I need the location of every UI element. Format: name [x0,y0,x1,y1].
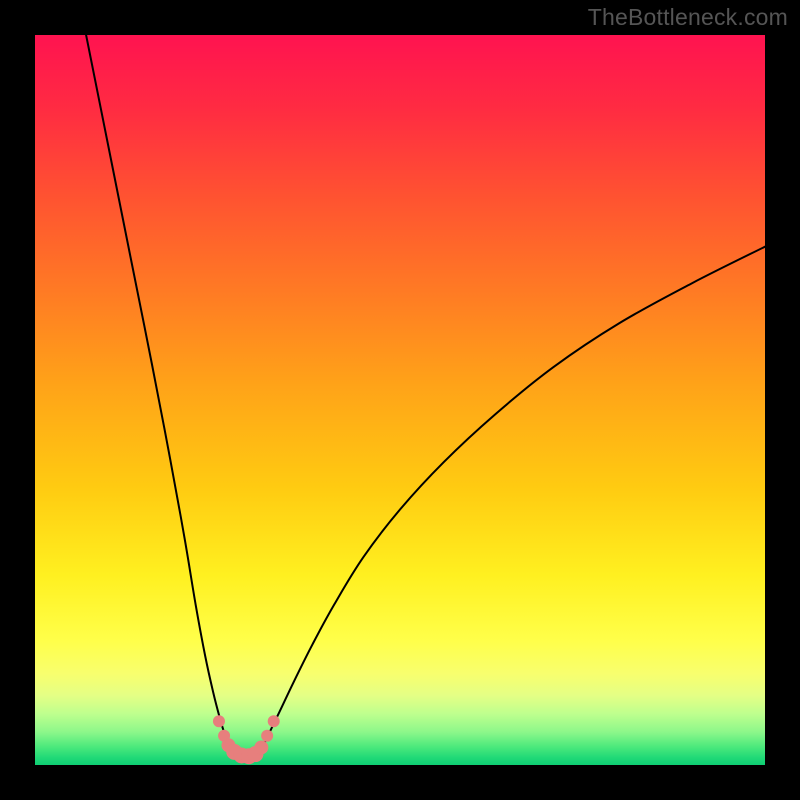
chart-frame: TheBottleneck.com [0,0,800,800]
chart-svg [35,35,765,765]
gradient-background [35,35,765,765]
marker-point [254,740,268,754]
plot-area [35,35,765,765]
watermark-text: TheBottleneck.com [588,4,788,31]
marker-point [261,730,273,742]
marker-point [213,715,225,727]
marker-point [268,715,280,727]
